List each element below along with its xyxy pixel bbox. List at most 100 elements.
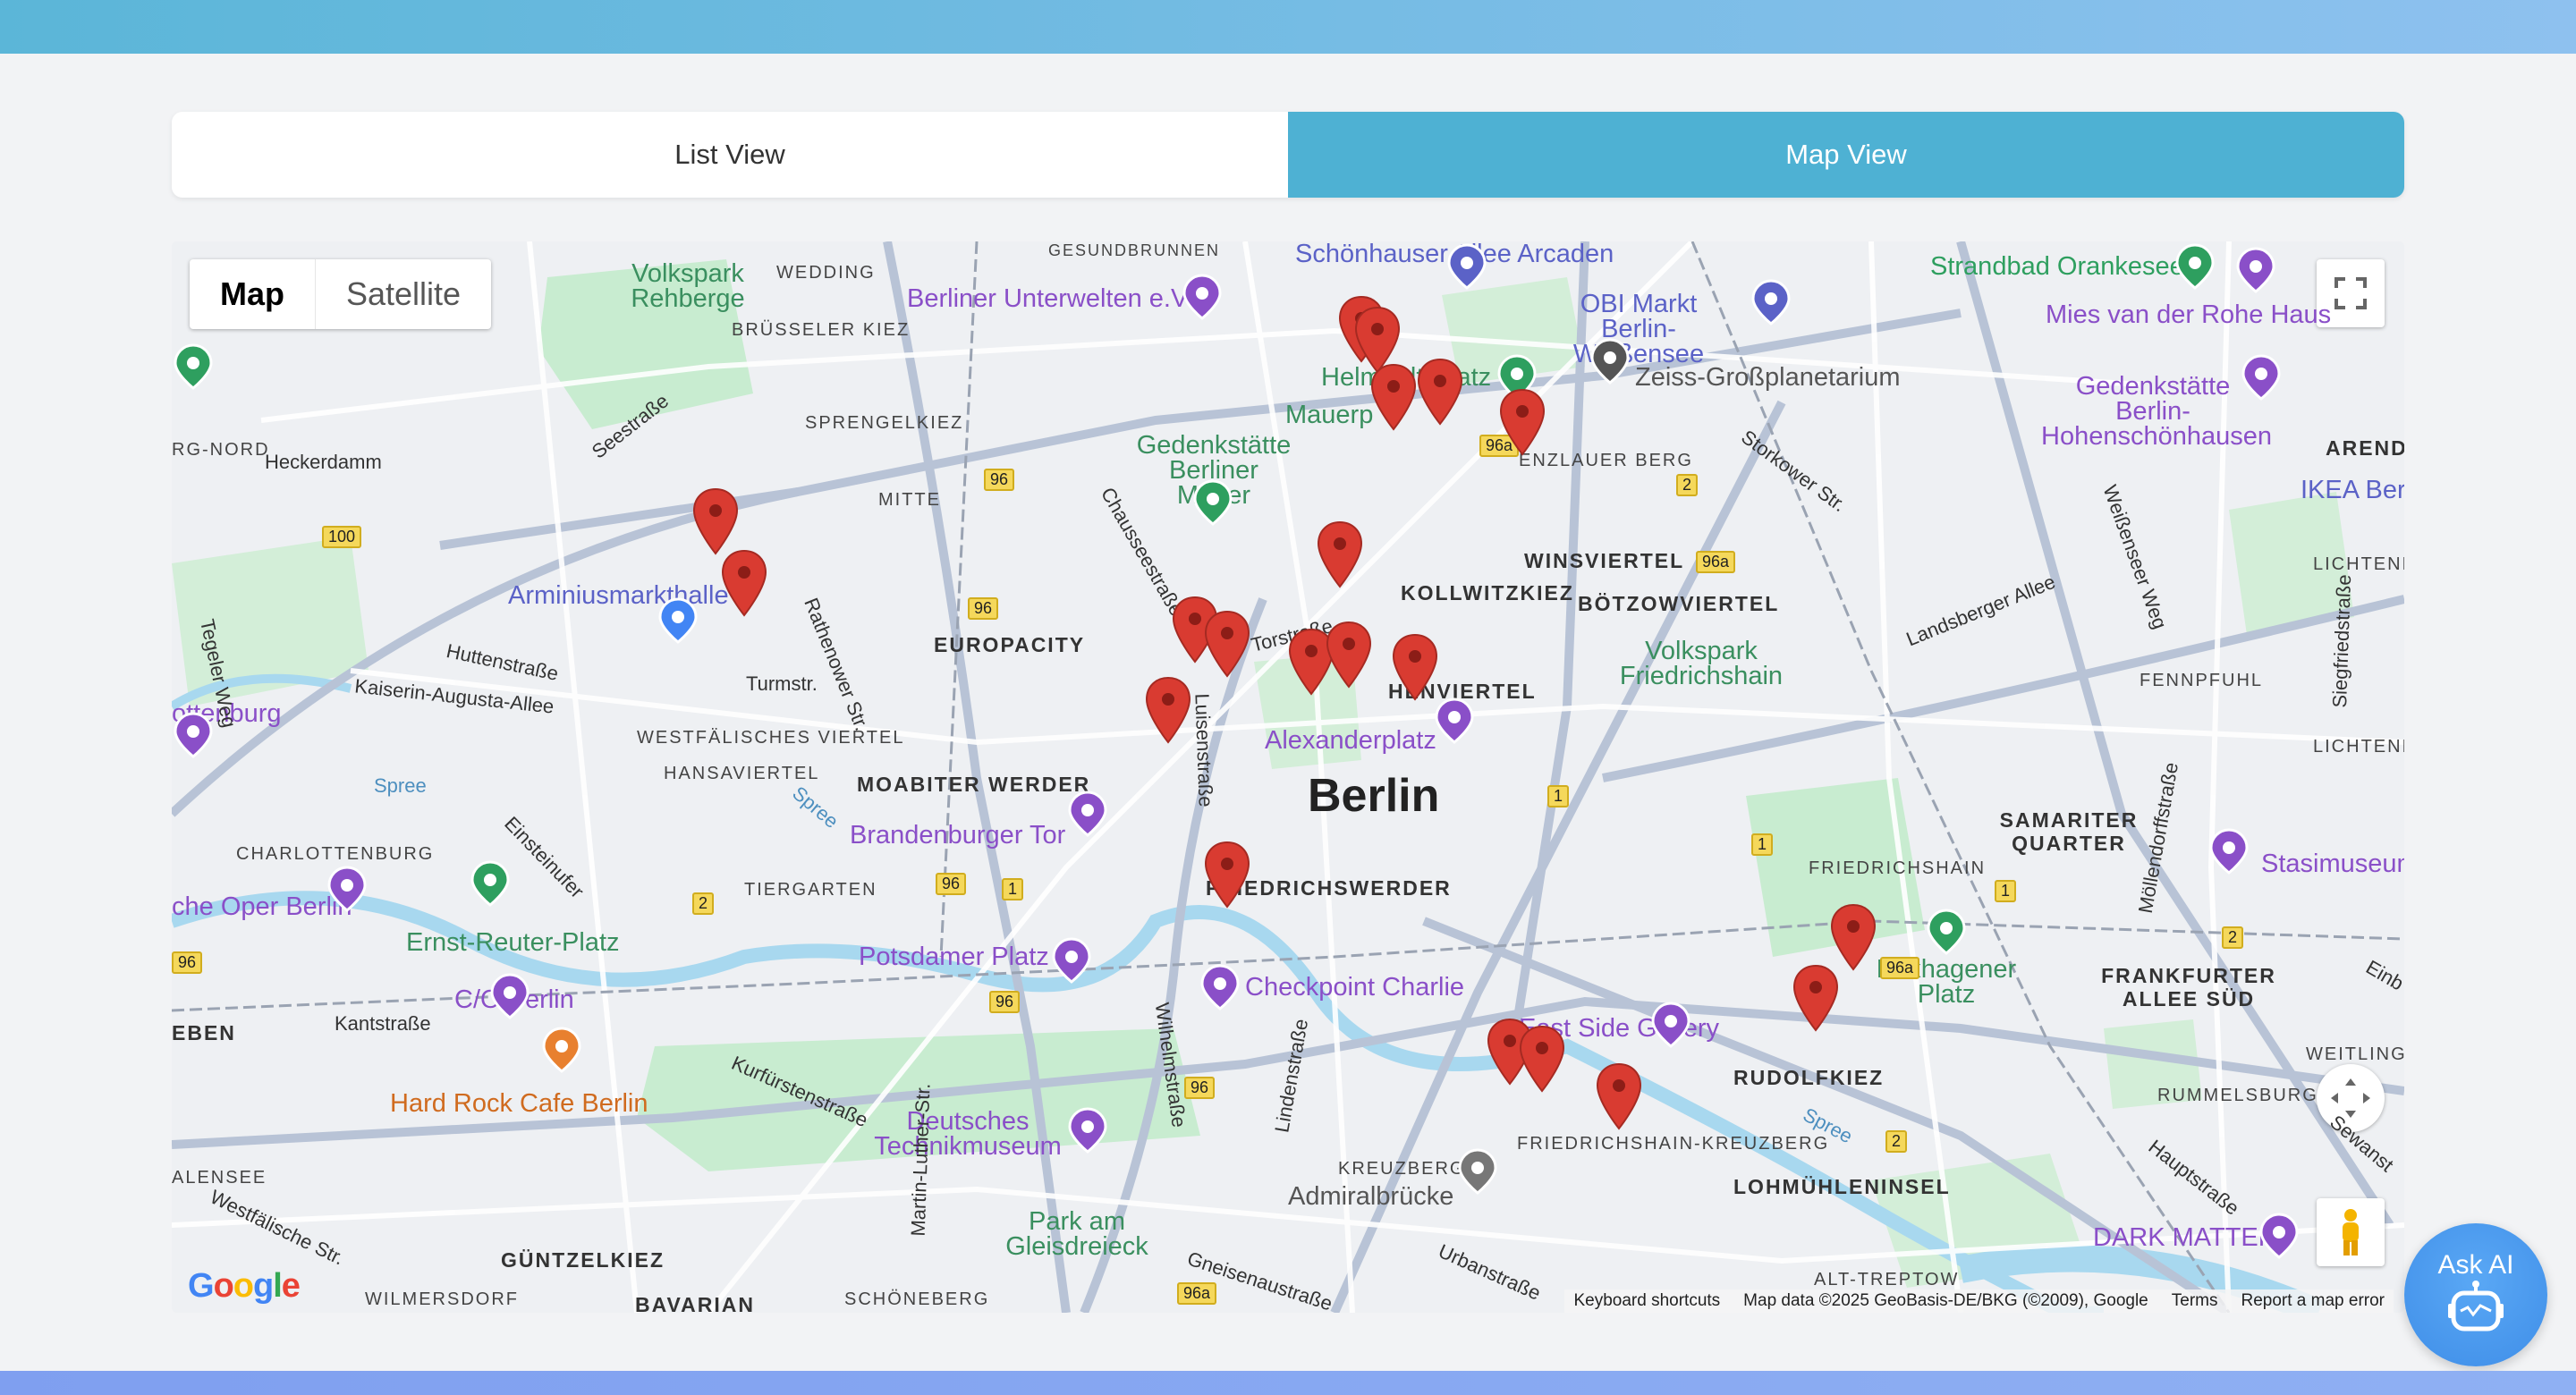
map-container[interactable]: Map Satellite Schönhauser Allee Arcaden …: [172, 241, 2404, 1313]
district-label: CHARLOTTENBURG: [236, 844, 435, 864]
poi-marker-icon[interactable]: [1200, 964, 1240, 1010]
location-marker[interactable]: [1204, 610, 1250, 678]
location-marker[interactable]: [721, 549, 767, 617]
poi-label[interactable]: Zeiss-Großplanetarium: [1635, 363, 1901, 393]
poi-marker-icon[interactable]: [658, 597, 698, 644]
poi-label[interactable]: Alexanderplatz: [1265, 726, 1436, 756]
route-shield: 2: [1676, 474, 1699, 496]
report-map-error-link[interactable]: Report a map error: [2241, 1291, 2385, 1311]
map-attribution: Keyboard shortcuts Map data ©2025 GeoBas…: [1564, 1289, 2394, 1313]
location-marker[interactable]: [1499, 388, 1546, 456]
location-marker[interactable]: [1596, 1062, 1642, 1130]
location-marker[interactable]: [1392, 633, 1438, 701]
poi-marker-icon[interactable]: [1458, 1148, 1497, 1195]
poi-marker-icon[interactable]: [470, 860, 510, 907]
poi-label[interactable]: Strandbad Orankesee: [1930, 252, 2184, 282]
poi-marker-icon[interactable]: [1052, 937, 1091, 984]
location-marker[interactable]: [1317, 520, 1363, 588]
poi-label[interactable]: Park am Gleisdreieck: [987, 1209, 1166, 1260]
district-label: WILMERSDORF: [365, 1289, 519, 1309]
poi-marker-icon[interactable]: [2259, 1213, 2299, 1259]
street-view-pegman[interactable]: [2317, 1198, 2385, 1266]
poi-marker-icon[interactable]: [1068, 1107, 1107, 1154]
district-label: EBEN: [172, 1021, 236, 1044]
district-label: FENNPFUHL: [2140, 671, 2264, 690]
poi-marker-icon[interactable]: [1927, 909, 1966, 955]
district-label: EUROPACITY: [934, 633, 1086, 656]
route-shield: 100: [322, 526, 362, 548]
poi-marker-icon[interactable]: [1435, 698, 1474, 744]
street-label: Luisenstraße: [1191, 692, 1217, 807]
route-shield: 1: [1002, 878, 1024, 900]
map-type-control: Map Satellite: [190, 259, 492, 329]
poi-label[interactable]: Hard Rock Cafe Berlin: [390, 1089, 648, 1119]
district-label: SPRENGELKIEZ: [805, 413, 964, 433]
poi-marker-icon[interactable]: [2175, 243, 2215, 290]
location-marker[interactable]: [1830, 903, 1877, 971]
poi-marker-icon[interactable]: [1193, 479, 1233, 526]
poi-marker-icon[interactable]: [1590, 338, 1630, 385]
poi-marker-icon[interactable]: [174, 712, 213, 758]
poi-label[interactable]: Mauerp: [1285, 401, 1373, 430]
poi-marker-icon[interactable]: [1182, 274, 1222, 320]
poi-marker-icon[interactable]: [490, 973, 530, 1019]
district-label: TIERGARTEN: [744, 880, 877, 900]
poi-label[interactable]: IKEA Berl: [2301, 476, 2404, 505]
pegman-icon: [2343, 1209, 2359, 1256]
location-marker[interactable]: [1326, 621, 1372, 689]
ask-ai-button[interactable]: Ask AI: [2404, 1223, 2547, 1366]
poi-label[interactable]: Volkspark Rehberge: [621, 261, 755, 312]
poi-label[interactable]: Checkpoint Charlie: [1245, 973, 1464, 1002]
map-type-satellite-button[interactable]: Satellite: [316, 259, 491, 329]
district-label: FRIEDRICHSHAIN: [1809, 858, 1987, 878]
poi-label[interactable]: DARK MATTER: [2093, 1223, 2277, 1253]
poi-marker-icon[interactable]: [1447, 243, 1487, 290]
poi-label[interactable]: Admiralbrücke: [1288, 1182, 1453, 1212]
street-label: Siegfriedstraße: [2327, 573, 2356, 708]
poi-label[interactable]: Gedenkstätte Berlin-Hohenschönhausen: [2041, 374, 2272, 450]
poi-label[interactable]: OBI Markt Berlin-Weißensee: [1549, 292, 1728, 368]
water-label: Spree: [374, 774, 427, 797]
poi-marker-icon[interactable]: [1651, 1002, 1690, 1048]
map-view-tab[interactable]: Map View: [1288, 112, 2404, 198]
poi-marker-icon[interactable]: [2241, 354, 2281, 401]
poi-marker-icon[interactable]: [174, 343, 213, 390]
location-marker[interactable]: [1417, 358, 1463, 426]
top-header-bar: [0, 0, 2576, 54]
district-label: RG-NORD: [172, 440, 270, 460]
location-marker[interactable]: [1204, 841, 1250, 909]
poi-marker-icon[interactable]: [1751, 279, 1791, 326]
poi-label[interactable]: Mies van der Rohe Haus: [2046, 300, 2331, 330]
route-shield: 96: [1184, 1077, 1216, 1099]
route-shield: 96: [984, 469, 1015, 491]
poi-label[interactable]: Berliner Unterwelten e.V: [907, 284, 1188, 314]
district-label: ALENSEE: [172, 1168, 267, 1188]
route-shield: 2: [2222, 926, 2244, 949]
poi-label[interactable]: Stasimuseum: [2261, 850, 2404, 879]
poi-label[interactable]: Brandenburger Tor: [850, 821, 1065, 850]
poi-label[interactable]: Volkspark Friedrichshain: [1612, 638, 1791, 689]
location-marker[interactable]: [1519, 1025, 1565, 1093]
terms-link[interactable]: Terms: [2172, 1291, 2218, 1311]
location-marker[interactable]: [1145, 676, 1191, 744]
poi-marker-icon[interactable]: [542, 1027, 581, 1073]
location-marker[interactable]: [692, 487, 739, 555]
district-label: KREUZBERG: [1338, 1159, 1466, 1179]
map-type-map-button[interactable]: Map: [190, 259, 316, 329]
route-shield: 2: [692, 892, 715, 915]
poi-marker-icon[interactable]: [327, 866, 367, 912]
keyboard-shortcuts-link[interactable]: Keyboard shortcuts: [1573, 1291, 1720, 1311]
location-marker[interactable]: [1792, 964, 1839, 1032]
poi-marker-icon[interactable]: [2209, 828, 2249, 875]
route-shield: 96: [968, 597, 999, 620]
district-label: GÜNTZELKIEZ: [501, 1248, 665, 1272]
location-marker[interactable]: [1370, 363, 1417, 431]
list-view-tab[interactable]: List View: [172, 112, 1288, 198]
poi-label[interactable]: Deutsches Technikmuseum: [869, 1109, 1066, 1160]
poi-marker-icon[interactable]: [1068, 790, 1107, 837]
poi-label[interactable]: Potsdamer Platz: [859, 943, 1049, 972]
poi-marker-icon[interactable]: [2236, 247, 2275, 293]
poi-label[interactable]: Ernst-Reuter-Platz: [406, 928, 620, 958]
poi-label[interactable]: che Oper Berlin: [172, 892, 352, 922]
street-label: Kantstraße: [335, 1012, 431, 1035]
